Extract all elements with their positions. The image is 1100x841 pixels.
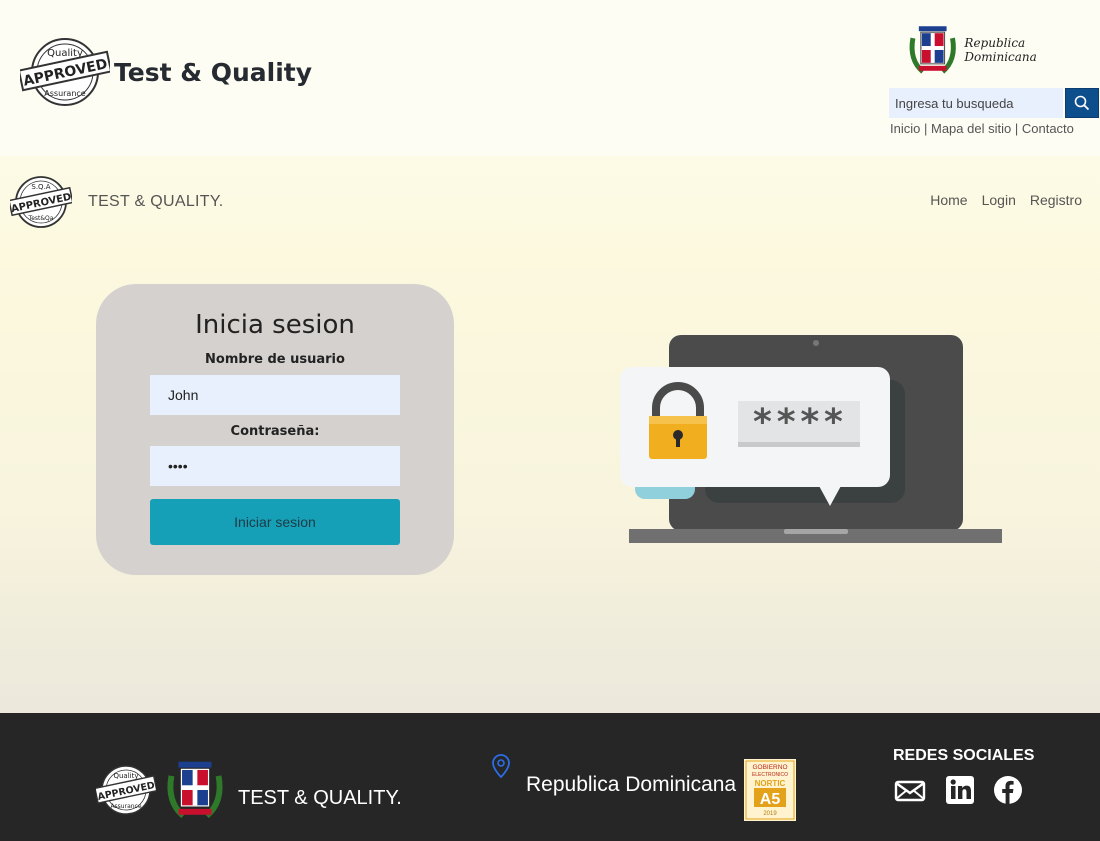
republica-dominicana-logo[interactable]: Republica Dominicana <box>905 22 1100 78</box>
footer-brand[interactable]: Quality APPROVED Assurance TEST & QUALIT… <box>96 757 402 823</box>
facebook-icon <box>994 776 1022 804</box>
dominican-coat-of-arms-icon <box>909 26 956 74</box>
footer-brand-text: TEST & QUALITY. <box>238 786 402 809</box>
facebook-link[interactable] <box>993 775 1023 805</box>
brand[interactable]: Quality APPROVED Assurance Test & Qualit… <box>20 36 312 108</box>
username-label: Nombre de usuario <box>205 352 345 367</box>
linkedin-link[interactable] <box>945 775 975 805</box>
password-input[interactable] <box>150 446 400 486</box>
login-title: Inicia sesion <box>195 310 355 340</box>
top-link-contacto[interactable]: Contacto <box>1022 121 1074 136</box>
nortic-a5-badge[interactable]: GOBIERNO ELECTRONICO NORTIC A5 2019 <box>744 759 797 821</box>
linkedin-icon <box>946 776 974 804</box>
svg-text:Quality: Quality <box>113 772 138 780</box>
quality-approved-logo: Quality APPROVED Assurance <box>20 38 110 106</box>
footer: Quality APPROVED Assurance TEST & QUALIT… <box>0 713 1100 841</box>
top-links: Inicio | Mapa del sitio | Contacto <box>890 121 1074 136</box>
nav-link-home[interactable]: Home <box>930 192 967 208</box>
svg-text:S.Q.A: S.Q.A <box>31 183 50 191</box>
login-submit-button[interactable]: Iniciar sesion <box>150 499 400 545</box>
top-link-separator: | <box>1014 121 1019 136</box>
search-button[interactable] <box>1065 88 1099 118</box>
top-link-inicio[interactable]: Inicio <box>890 121 920 136</box>
email-icon <box>894 780 926 802</box>
footer-location: Republica Dominicana GOBIERNO ELECTRONIC… <box>490 753 797 821</box>
nav-link-login[interactable]: Login <box>982 192 1016 208</box>
nav-links: Home Login Registro <box>930 192 1082 208</box>
svg-text:2019: 2019 <box>763 811 777 817</box>
search-box <box>889 88 1099 118</box>
username-input[interactable] <box>150 375 400 415</box>
sqa-approved-logo: S.Q.A APPROVED Test&Qa <box>10 176 72 228</box>
nav-link-registro[interactable]: Registro <box>1030 192 1082 208</box>
login-illustration: **** <box>620 334 1010 553</box>
email-link[interactable] <box>893 776 927 804</box>
top-link-mapa-del-sitio[interactable]: Mapa del sitio <box>931 121 1011 136</box>
map-pin-icon <box>492 754 510 779</box>
brand-title: Test & Quality <box>114 57 313 87</box>
top-link-separator: | <box>923 121 928 136</box>
search-input[interactable] <box>889 88 1063 118</box>
social-icons <box>893 775 1023 805</box>
footer-location-text: Republica Dominicana <box>526 773 737 796</box>
password-label: Contraseña: <box>230 424 320 439</box>
top-header: Quality APPROVED Assurance Test & Qualit… <box>0 0 1100 156</box>
footer-approved-logo: Quality APPROVED Assurance <box>96 765 156 815</box>
masked-password-text: **** <box>752 402 847 443</box>
navbar-brand-text: TEST & QUALITY. <box>88 193 224 210</box>
social-title: REDES SOCIALES <box>893 747 1035 764</box>
svg-text:Assurance: Assurance <box>44 89 86 98</box>
search-icon <box>1074 95 1090 111</box>
navbar-brand[interactable]: S.Q.A APPROVED Test&Qa TEST & QUALITY. <box>10 174 224 230</box>
svg-text:GOBIERNO: GOBIERNO <box>753 764 788 771</box>
navbar: S.Q.A APPROVED Test&Qa TEST & QUALITY. H… <box>0 168 1100 234</box>
republica-dominicana-label: Republica Dominicana <box>964 36 1037 64</box>
svg-text:Test&Qa: Test&Qa <box>28 215 54 222</box>
svg-text:ELECTRONICO: ELECTRONICO <box>752 772 788 778</box>
svg-text:NORTIC: NORTIC <box>755 779 786 788</box>
svg-text:Assurance: Assurance <box>110 803 141 810</box>
laptop-icon: **** <box>620 335 1002 543</box>
footer-coat-of-arms-icon <box>167 761 223 819</box>
login-card: Inicia sesion Nombre de usuario Contrase… <box>96 284 454 575</box>
svg-text:A5: A5 <box>760 791 781 808</box>
